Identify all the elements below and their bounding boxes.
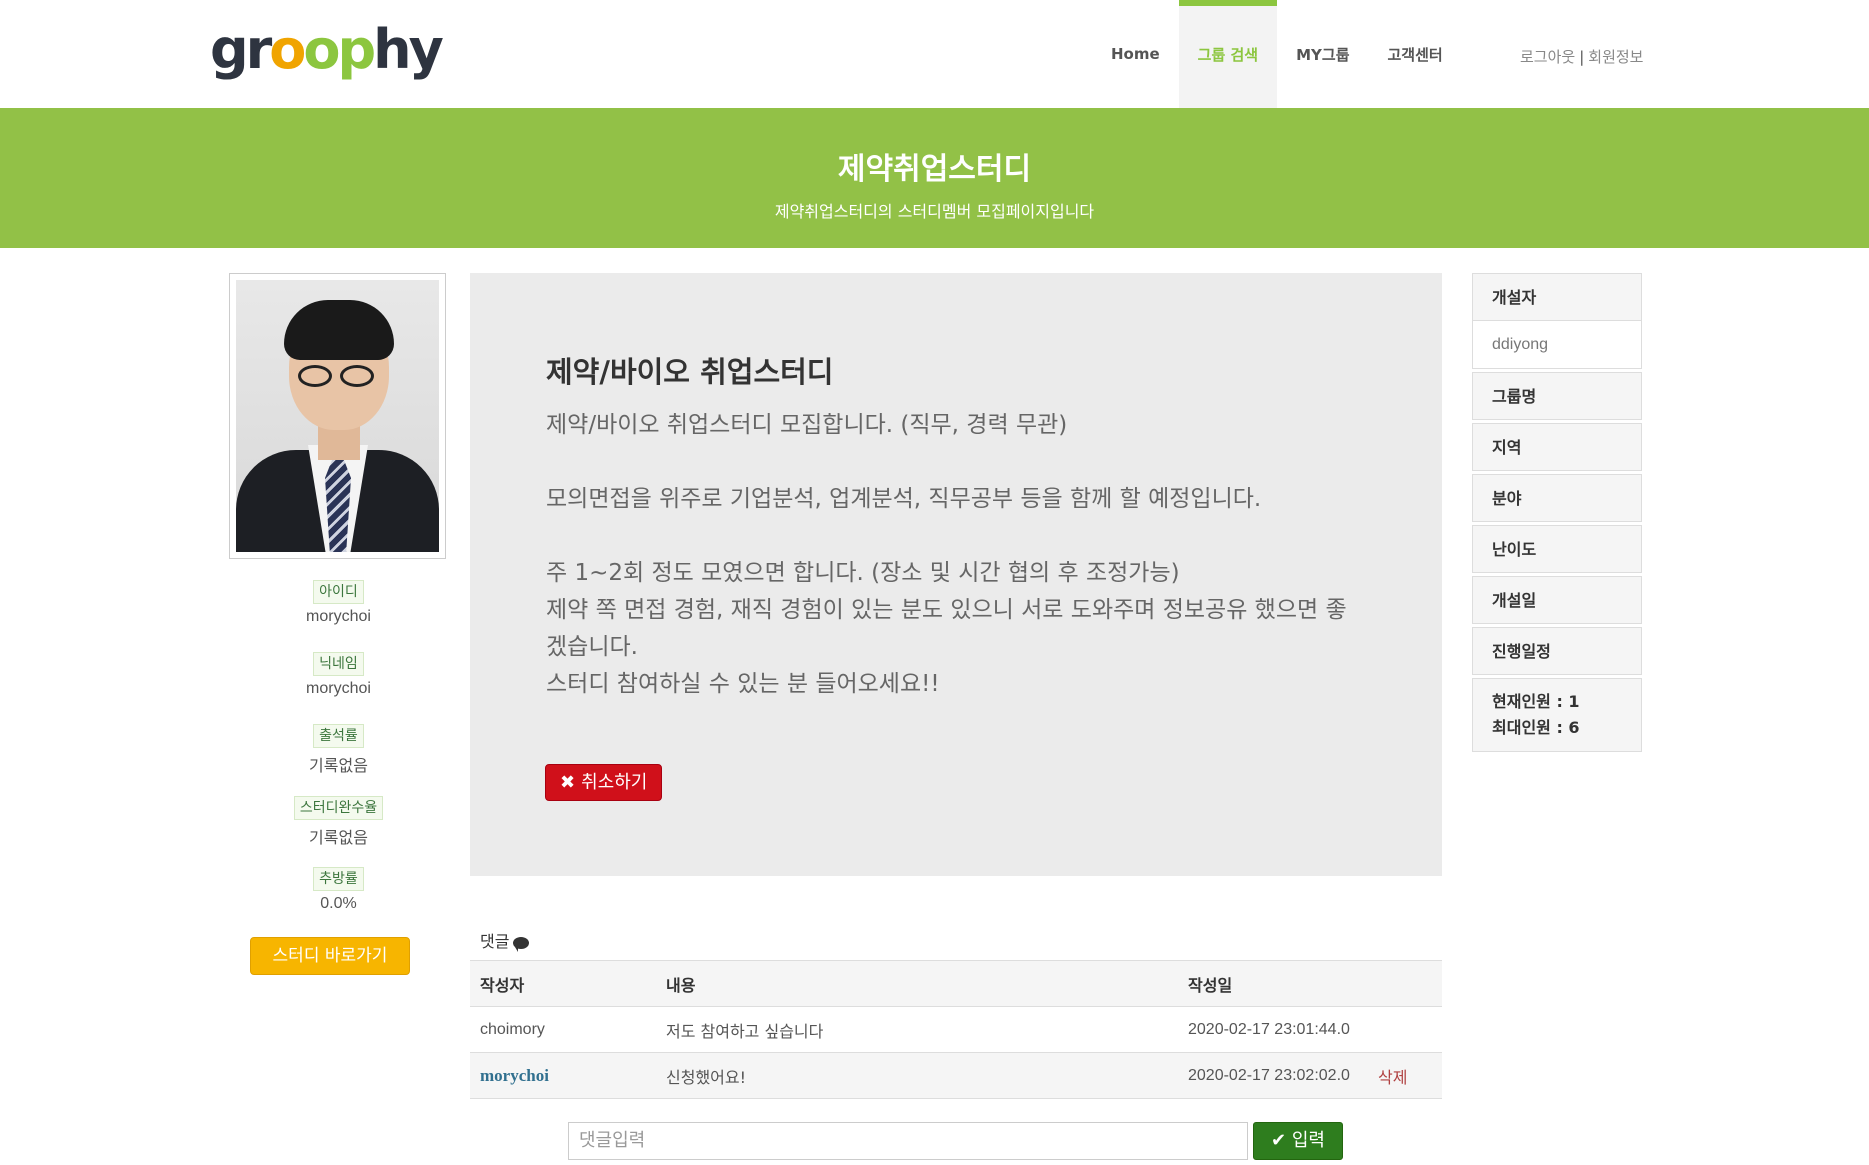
profile-nickname-value: morychoi	[306, 680, 371, 697]
comment-date: 2020-02-17 23:01:44.0	[1178, 1006, 1368, 1053]
creator-label: 개설자	[1472, 273, 1642, 321]
table-row: choimory 저도 참여하고 싶습니다 2020-02-17 23:01:4…	[470, 1006, 1442, 1053]
profile-expulsion: 추방률 0.0%	[229, 867, 448, 913]
comment-author: morychoi	[470, 1052, 656, 1099]
page-subtitle: 제약취업스터디의 스터디멤버 모집페이지입니다	[774, 202, 1095, 221]
avatar	[236, 280, 439, 552]
col-date: 작성일	[1178, 960, 1368, 1007]
auth-links: 로그아웃 | 회원정보	[1520, 46, 1643, 67]
profile-attendance-value: 기록없음	[309, 758, 368, 775]
col-author: 작성자	[470, 960, 656, 1007]
logout-link[interactable]: 로그아웃	[1520, 48, 1575, 66]
member-count: 현재인원 : 1 최대인원 : 6	[1472, 678, 1642, 752]
profile-photo	[229, 273, 446, 559]
profile-expulsion-label: 추방률	[313, 867, 364, 891]
profile-nickname: 닉네임 morychoi	[229, 652, 448, 698]
profile-completion-value: 기록없음	[309, 830, 368, 847]
post-title: 제약/바이오 취업스터디	[546, 355, 834, 389]
page-banner: 제약취업스터디 제약취업스터디의 스터디멤버 모집페이지입니다	[0, 108, 1869, 248]
comment-date: 2020-02-17 23:02:02.0	[1178, 1052, 1368, 1099]
submit-comment-button[interactable]: ✔ 입력	[1253, 1122, 1343, 1160]
cancel-button-label: 취소하기	[581, 772, 648, 793]
top-header: groophy Home 그룹 검색 MY그룹 고객센터 로그아웃 | 회원정보	[0, 0, 1869, 108]
profile-expulsion-value: 0.0%	[320, 895, 357, 912]
main-nav: Home 그룹 검색 MY그룹 고객센터	[1092, 0, 1462, 108]
field-label: 분야	[1472, 474, 1642, 522]
table-row: morychoi 신청했어요! 2020-02-17 23:02:02.0 삭제	[470, 1052, 1442, 1099]
groophy-logo[interactable]: groophy	[210, 20, 444, 80]
study-shortcut-button[interactable]: 스터디 바로가기	[250, 937, 410, 975]
group-name-label: 그룹명	[1472, 372, 1642, 420]
profile-completion: 스터디완수율 기록없음	[229, 796, 448, 848]
profile-attendance: 출석률 기록없음	[229, 724, 448, 776]
delete-comment-link[interactable]: 삭제	[1368, 1052, 1442, 1099]
member-info-link[interactable]: 회원정보	[1588, 48, 1643, 66]
profile-id-label: 아이디	[313, 580, 364, 604]
comment-action	[1368, 1006, 1442, 1053]
creator-value: ddiyong	[1472, 321, 1642, 369]
profile-nickname-label: 닉네임	[313, 652, 364, 676]
profile-id: 아이디 morychoi	[229, 580, 448, 626]
col-action	[1368, 960, 1442, 1007]
page-title: 제약취업스터디	[837, 152, 1032, 187]
comments-heading: 댓글	[480, 928, 530, 952]
close-icon: ✖	[560, 772, 576, 793]
comment-author: choimory	[470, 1006, 656, 1053]
comment-input[interactable]: 댓글입력	[568, 1122, 1248, 1160]
region-label: 지역	[1472, 423, 1642, 471]
current-members: 현재인원 : 1	[1492, 692, 1580, 711]
nav-my-group[interactable]: MY그룹	[1277, 0, 1368, 108]
comment-content: 신청했어요!	[656, 1052, 1178, 1099]
created-date-label: 개설일	[1472, 576, 1642, 624]
cancel-button[interactable]: ✖ 취소하기	[545, 764, 663, 801]
max-members: 최대인원 : 6	[1492, 718, 1580, 737]
comment-content: 저도 참여하고 싶습니다	[656, 1006, 1178, 1053]
profile-id-value: morychoi	[306, 608, 371, 625]
nav-home[interactable]: Home	[1092, 0, 1179, 108]
schedule-label: 진행일정	[1472, 627, 1642, 675]
nav-group-search[interactable]: 그룹 검색	[1178, 0, 1278, 108]
post-card: 제약/바이오 취업스터디 제약/바이오 취업스터디 모집합니다. (직무, 경력…	[470, 273, 1442, 876]
col-content: 내용	[656, 960, 1178, 1007]
auth-separator: |	[1579, 48, 1585, 66]
comments-table: 작성자 내용 작성일 choimory 저도 참여하고 싶습니다 2020-02…	[470, 960, 1442, 1099]
submit-label: 입력	[1291, 1130, 1325, 1151]
comments-title: 댓글	[480, 932, 510, 951]
comments-header-row: 작성자 내용 작성일	[470, 960, 1442, 1007]
post-content: 제약/바이오 취업스터디 모집합니다. (직무, 경력 무관) 모의면접을 위주…	[546, 412, 1347, 697]
nav-customer-center[interactable]: 고객센터	[1369, 0, 1462, 108]
profile-attendance-label: 출석률	[313, 724, 364, 748]
group-info-sidebar: 개설자 ddiyong 그룹명 지역 분야 난이도 개설일 진행일정 현재인원 …	[1472, 273, 1642, 752]
profile-completion-label: 스터디완수율	[293, 796, 384, 820]
comment-icon	[513, 936, 530, 952]
difficulty-label: 난이도	[1472, 525, 1642, 573]
check-icon: ✔	[1271, 1130, 1287, 1151]
